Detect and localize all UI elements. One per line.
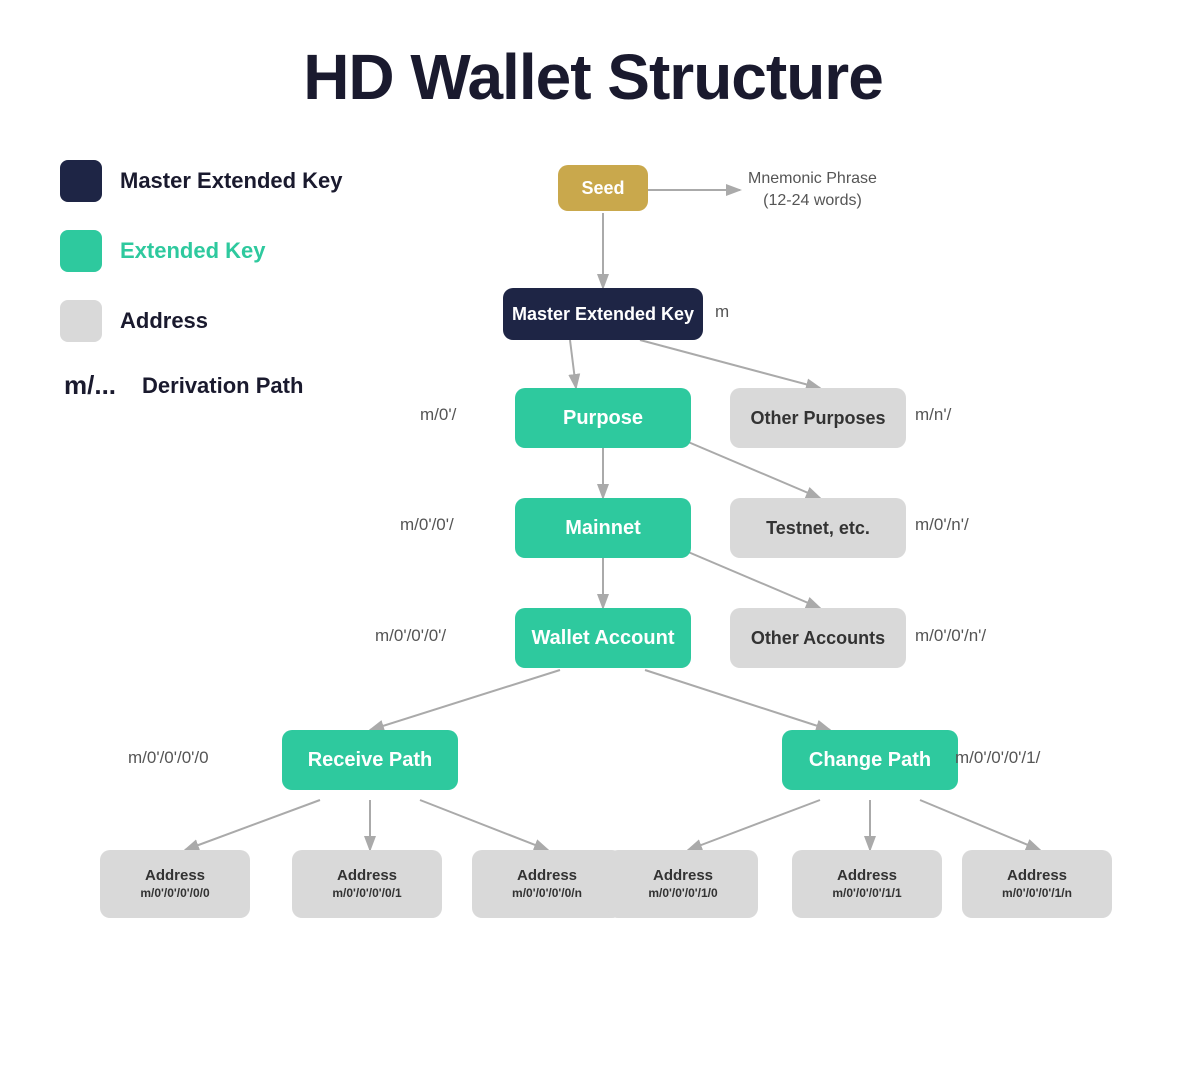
other-accounts-node: Other Accounts — [730, 608, 906, 668]
address-node-5: Address m/0'/0'/0'/1/n — [962, 850, 1112, 918]
wallet-account-node: Wallet Account — [515, 608, 691, 668]
address-node-4: Address m/0'/0'/0'/1/1 — [792, 850, 942, 918]
purpose-path-label: m/0'/ — [420, 405, 456, 425]
mainnet-path-label: m/0'/0'/ — [400, 515, 454, 535]
change-path-node: Change Path — [782, 730, 958, 790]
other-accounts-path-label: m/0'/0'/n'/ — [915, 626, 986, 646]
diagram: Seed Mnemonic Phrase(12-24 words) Master… — [0, 140, 1186, 1060]
other-purposes-path-label: m/n'/ — [915, 405, 951, 425]
page-title: HD Wallet Structure — [0, 0, 1186, 144]
testnet-path-label: m/0'/n'/ — [915, 515, 969, 535]
receive-path-label: m/0'/0'/0'/0 — [128, 748, 209, 768]
master-node: Master Extended Key — [503, 288, 703, 340]
diagram-lines — [0, 140, 1186, 1060]
other-purposes-node: Other Purposes — [730, 388, 906, 448]
receive-path-node: Receive Path — [282, 730, 458, 790]
address-node-0: Address m/0'/0'/0'/0/0 — [100, 850, 250, 918]
address-node-2: Address m/0'/0'/0'/0/n — [472, 850, 622, 918]
master-path-label: m — [715, 302, 729, 322]
address-node-3: Address m/0'/0'/0'/1/0 — [608, 850, 758, 918]
address-node-1: Address m/0'/0'/0'/0/1 — [292, 850, 442, 918]
testnet-node: Testnet, etc. — [730, 498, 906, 558]
seed-node: Seed — [558, 165, 648, 211]
mainnet-node: Mainnet — [515, 498, 691, 558]
purpose-node: Purpose — [515, 388, 691, 448]
mnemonic-label: Mnemonic Phrase(12-24 words) — [748, 168, 877, 213]
wallet-account-path-label: m/0'/0'/0'/ — [375, 626, 446, 646]
change-path-label: m/0'/0'/0'/1/ — [955, 748, 1040, 768]
